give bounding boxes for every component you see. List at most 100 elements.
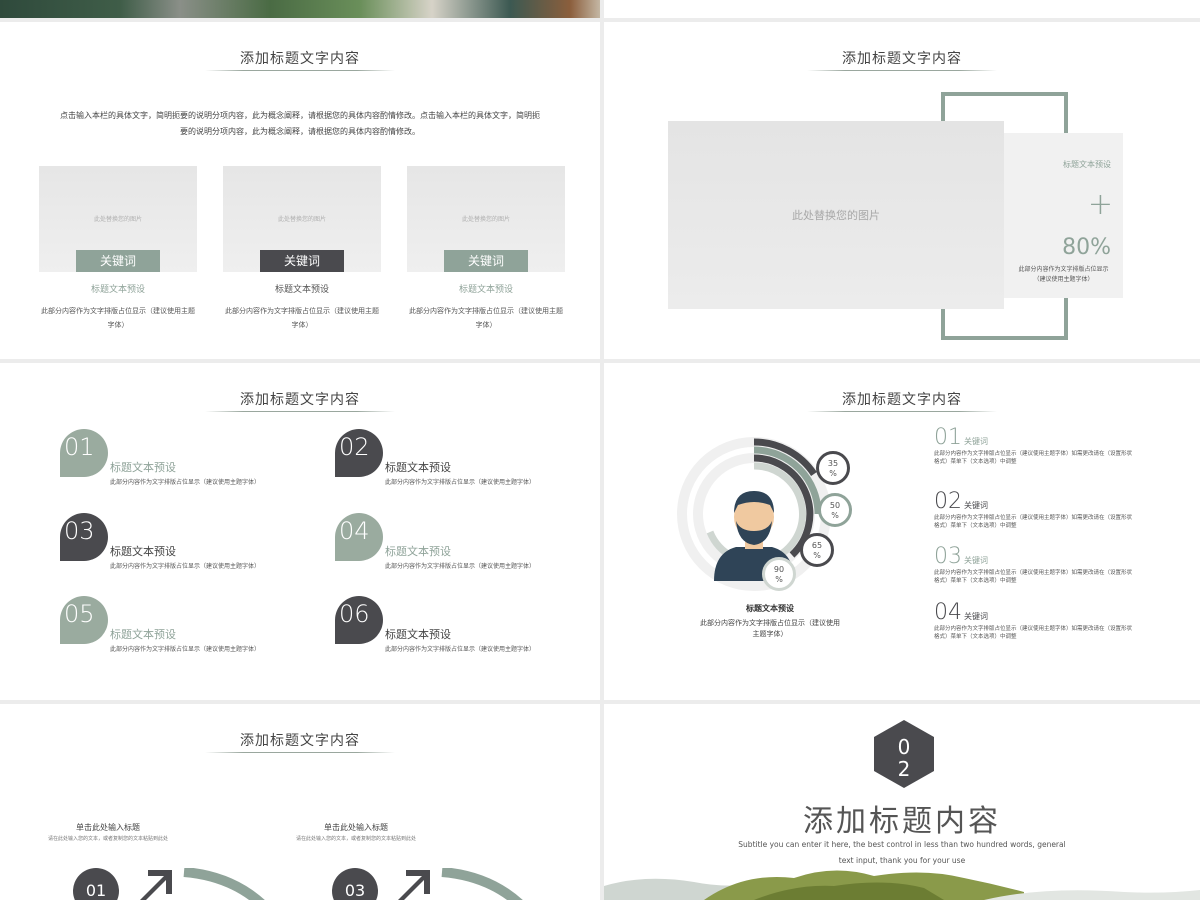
step-desc: 此部分内容作为文字排版占位显示（建议使用主题字体） — [385, 479, 536, 486]
step-item: 05 标题文本预设 此部分内容作为文字排版占位显示（建议使用主题字体） — [60, 596, 300, 656]
slide-title: 添加标题文字内容 — [240, 51, 360, 67]
step-title: 标题文本预设 — [110, 628, 176, 641]
title-underline — [205, 411, 395, 412]
plus-icon: + — [1087, 187, 1113, 222]
slide-title: 添加标题文字内容 — [240, 733, 360, 749]
section-title: 添加标题内容 — [803, 804, 1001, 839]
block-title: 单击此处输入标题 — [76, 823, 140, 832]
step-item: 01 标题文本预设 此部分内容作为文字排版占位显示（建议使用主题字体） — [60, 429, 300, 489]
keyword-label: 关键词 — [964, 556, 988, 565]
section-number-badge: 0 2 — [872, 718, 936, 794]
image-placeholder-card[interactable]: 此处替换您的图片 关键词 — [407, 166, 565, 272]
avatar-title: 标题文本预设 — [746, 604, 794, 613]
step-number-badge: 05 — [60, 596, 108, 644]
keyword-item: 02 关键词 此部分内容作为文字排版占位显示（建议使用主题字体）如需更改请在（设置… — [934, 489, 1134, 530]
step-item: 06 标题文本预设 此部分内容作为文字排版占位显示（建议使用主题字体） — [335, 596, 575, 656]
card-desc: 此部分内容作为文字排版占位显示（建议使用主题字体） — [409, 307, 563, 329]
slide-section-divider[interactable]: 0 2 添加标题内容 Subtitle you can enter it her… — [604, 704, 1200, 900]
keyword-tag: 关键词 — [76, 250, 160, 272]
card-desc: 此部分内容作为文字排版占位显示（建议使用主题字体） — [41, 307, 195, 329]
card-title: 标题文本预设 — [458, 285, 513, 295]
image-placeholder-label: 此处替换您的图片 — [277, 216, 326, 223]
step-title: 标题文本预设 — [385, 461, 451, 474]
image-placeholder-label: 此处替换您的图片 — [792, 209, 880, 222]
intro-text: 点击输入本栏的具体文字，简明扼要的说明分项内容，此为概念阐释，请根据您的具体内容… — [60, 111, 540, 136]
step-number-badge: 03 — [60, 513, 108, 561]
keyword-number: 04 — [934, 600, 962, 625]
step-circle: 03 — [332, 868, 378, 900]
image-placeholder-label: 此处替换您的图片 — [461, 216, 510, 223]
step-number-badge: 01 — [60, 429, 108, 477]
stat-card: 标题文本预设 + 80% 此部分内容作为文字排版占位显示（建议使用主题字体） — [1004, 133, 1123, 298]
title-underline — [807, 70, 997, 71]
arrow-decoration — [140, 868, 265, 900]
block-title: 单击此处输入标题 — [324, 823, 388, 832]
keyword-item: 04 关键词 此部分内容作为文字排版占位显示（建议使用主题字体）如需更改请在（设置… — [934, 600, 1134, 641]
title-underline — [205, 70, 395, 71]
slide-ring-stats[interactable]: 添加标题文字内容 35 % 50 % 65 % 90 % 标题文本预设 此部分内… — [604, 363, 1200, 700]
step-number-badge: 06 — [335, 596, 383, 644]
card-title: 标题文本预设 — [90, 285, 145, 295]
card-title: 标题文本预设 — [274, 285, 329, 295]
slide-process-arrows[interactable]: 添加标题文字内容 单击此处输入标题 请在此处输入您的文本，或者复制您的文本粘贴到… — [0, 704, 600, 900]
image-placeholder[interactable]: 此处替换您的图片 — [668, 121, 1004, 309]
title-underline — [807, 411, 997, 412]
landscape-image-strip — [0, 0, 600, 18]
slide-partial-top-right — [604, 0, 1200, 18]
section-number: 0 2 — [897, 735, 911, 781]
step-item: 03 标题文本预设 此部分内容作为文字排版占位显示（建议使用主题字体） — [60, 513, 300, 573]
image-placeholder-card[interactable]: 此处替换您的图片 关键词 — [223, 166, 381, 272]
step-circle: 01 — [73, 868, 119, 900]
keyword-desc: 此部分内容作为文字排版占位显示（建议使用主题字体）如需更改请在（设置形状格式）菜… — [934, 515, 1133, 529]
step-title: 标题文本预设 — [110, 461, 176, 474]
percent-badge: 35 % — [816, 451, 850, 485]
keyword-item: 03 关键词 此部分内容作为文字排版占位显示（建议使用主题字体）如需更改请在（设置… — [934, 544, 1134, 585]
step-number: 02 — [339, 433, 370, 461]
slide-title: 添加标题文字内容 — [842, 51, 962, 67]
keyword-desc: 此部分内容作为文字排版占位显示（建议使用主题字体）如需更改请在（设置形状格式）菜… — [934, 570, 1133, 584]
slide-partial-top-left — [0, 0, 600, 18]
percent-badge: 90 % — [762, 557, 796, 591]
landscape-illustration — [604, 870, 1200, 900]
slide-numbered-steps[interactable]: 添加标题文字内容 01 标题文本预设 此部分内容作为文字排版占位显示（建议使用主… — [0, 363, 600, 700]
step-desc: 此部分内容作为文字排版占位显示（建议使用主题字体） — [110, 479, 261, 486]
keyword-label: 关键词 — [964, 501, 988, 510]
image-placeholder-card[interactable]: 此处替换您的图片 关键词 — [39, 166, 197, 272]
block-desc: 请在此处输入您的文本，或者复制您的文本粘贴到此处 — [48, 836, 169, 842]
keyword-tag: 关键词 — [444, 250, 528, 272]
keyword-number: 02 — [934, 489, 962, 514]
title-underline — [205, 752, 395, 753]
stat-percent: 80% — [1062, 235, 1111, 260]
block-desc: 请在此处输入您的文本，或者复制您的文本粘贴到此处 — [296, 836, 417, 842]
card-desc: 此部分内容作为文字排版占位显示（建议使用主题字体） — [225, 307, 379, 329]
percent-badge: 50 % — [818, 493, 852, 527]
keyword-label: 关键词 — [964, 612, 988, 621]
percent-badge: 65 % — [800, 533, 834, 567]
slide-title: 添加标题文字内容 — [240, 392, 360, 408]
keyword-desc: 此部分内容作为文字排版占位显示（建议使用主题字体）如需更改请在（设置形状格式）菜… — [934, 451, 1133, 465]
step-item: 04 标题文本预设 此部分内容作为文字排版占位显示（建议使用主题字体） — [335, 513, 575, 573]
step-desc: 此部分内容作为文字排版占位显示（建议使用主题字体） — [110, 563, 261, 570]
step-number: 03 — [64, 517, 95, 545]
stat-card-desc: 此部分内容作为文字排版占位显示（建议使用主题字体） — [1018, 266, 1109, 283]
slide-feature-image[interactable]: 添加标题文字内容 此处替换您的图片 标题文本预设 + 80% 此部分内容作为文字… — [604, 22, 1200, 359]
step-title: 标题文本预设 — [385, 545, 451, 558]
step-number: 06 — [339, 600, 370, 628]
step-desc: 此部分内容作为文字排版占位显示（建议使用主题字体） — [385, 646, 536, 653]
image-placeholder-label: 此处替换您的图片 — [93, 216, 142, 223]
stat-card-title: 标题文本预设 — [1063, 160, 1111, 169]
keyword-desc: 此部分内容作为文字排版占位显示（建议使用主题字体）如需更改请在（设置形状格式）菜… — [934, 626, 1133, 640]
slide-title: 添加标题文字内容 — [842, 392, 962, 408]
step-number: 04 — [339, 517, 370, 545]
step-number: 01 — [64, 433, 95, 461]
keyword-tag: 关键词 — [260, 250, 344, 272]
keyword-item: 01 关键词 此部分内容作为文字排版占位显示（建议使用主题字体）如需更改请在（设置… — [934, 425, 1134, 466]
step-number-badge: 04 — [335, 513, 383, 561]
step-desc: 此部分内容作为文字排版占位显示（建议使用主题字体） — [110, 646, 261, 653]
step-desc: 此部分内容作为文字排版占位显示（建议使用主题字体） — [385, 563, 536, 570]
arrow-decoration — [398, 868, 523, 900]
slide-image-cards[interactable]: 添加标题文字内容 点击输入本栏的具体文字，简明扼要的说明分项内容，此为概念阐释，… — [0, 22, 600, 359]
step-number-badge: 02 — [335, 429, 383, 477]
step-item: 02 标题文本预设 此部分内容作为文字排版占位显示（建议使用主题字体） — [335, 429, 575, 489]
step-title: 标题文本预设 — [385, 628, 451, 641]
